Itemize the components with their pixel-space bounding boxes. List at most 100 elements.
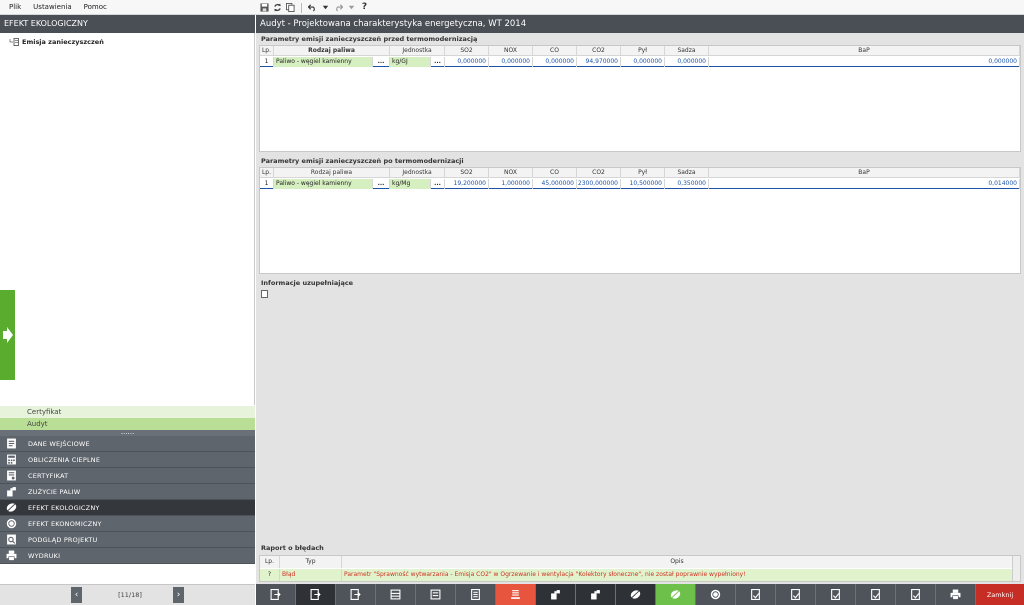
col-lp: Lp.	[260, 556, 280, 568]
module-efekt-ekonomiczny[interactable]: EFEKT EKONOMICZNY	[0, 516, 255, 532]
help-icon[interactable]: ?	[359, 2, 370, 13]
module-podglad-projektu[interactable]: PODGLĄD PROJEKTU	[0, 532, 255, 548]
cell-nox[interactable]: 0,000000	[489, 57, 533, 67]
col-jednostka: Jednostka	[390, 46, 445, 56]
col-co: CO	[533, 46, 577, 56]
cell-fuel[interactable]: Paliwo - węgiel kamienny	[274, 179, 373, 189]
save-icon[interactable]	[259, 2, 270, 13]
cell-so2[interactable]: 19,200000	[445, 179, 489, 189]
col-co2: CO2	[577, 46, 621, 56]
panel-toggle-button[interactable]	[0, 290, 15, 380]
cell-bap[interactable]: 0,000000	[709, 57, 1020, 67]
action-heat-button[interactable]	[496, 584, 536, 605]
cell-co2[interactable]: 94,970000	[577, 57, 621, 67]
module-certyfikat[interactable]: CERTYFIKAT	[0, 468, 255, 484]
report-icon	[911, 589, 920, 600]
section-title-before: Parametry emisji zanieczyszczeń przed te…	[261, 35, 478, 43]
col-pyl: Pył	[621, 46, 665, 56]
section-title-info: Informacje uzupełniające	[261, 279, 354, 287]
cell-bap[interactable]: 0,014000	[709, 179, 1020, 189]
leaf-icon	[0, 502, 22, 513]
fuel-picker-button[interactable]: ...	[373, 57, 390, 67]
emission-table-after: Lp. Rodzaj paliwa Jednostka SO2 NOX CO C…	[259, 167, 1021, 274]
close-button[interactable]: Zamknij	[976, 584, 1024, 605]
subnav-certyfikat[interactable]: Certyfikat	[0, 406, 255, 418]
fuel-icon	[591, 590, 600, 600]
action-fuel-button[interactable]	[536, 584, 576, 605]
action-ecology-active-button[interactable]	[656, 584, 696, 605]
module-wydruki[interactable]: WYDRUKI	[0, 548, 255, 564]
action-report-3-button[interactable]	[816, 584, 856, 605]
pager-next-button[interactable]: ›	[173, 587, 184, 603]
pager-prev-button[interactable]: ‹	[71, 587, 82, 603]
undo-icon[interactable]	[307, 2, 318, 13]
module-dane-wejsciowe[interactable]: DANE WEJŚCIOWE	[0, 436, 255, 452]
action-print-button[interactable]	[936, 584, 976, 605]
unit-picker-button[interactable]: ...	[431, 57, 445, 67]
menu-bar: Plik Ustawienia Pomoc	[0, 0, 1024, 15]
report-scrollbar[interactable]	[1012, 556, 1020, 581]
cell-typ: Błąd	[280, 569, 342, 581]
coins-icon	[0, 518, 22, 529]
document-arrow-icon	[270, 589, 281, 600]
refresh-icon[interactable]	[272, 2, 283, 13]
action-economy-button[interactable]	[696, 584, 736, 605]
cell-unit[interactable]: kg/GJ	[390, 57, 431, 67]
fuel-picker-button[interactable]: ...	[373, 179, 390, 189]
module-label: PODGLĄD PROJEKTU	[28, 535, 98, 544]
cell-sadza[interactable]: 0,350000	[665, 179, 709, 189]
cell-fuel[interactable]: Paliwo - węgiel kamienny	[274, 57, 373, 67]
cell-co2[interactable]: 2300,000000	[577, 179, 621, 189]
printer-icon	[950, 589, 961, 600]
cell-nox[interactable]: 1,000000	[489, 179, 533, 189]
module-zuzycie-paliw[interactable]: ZUŻYCIE PALIW	[0, 484, 255, 500]
module-label: OBLICZENIA CIEPLNE	[28, 455, 101, 464]
table-row[interactable]: 1 Paliwo - węgiel kamienny ... kg/GJ ...…	[260, 57, 1020, 67]
report-icon	[751, 589, 760, 600]
menu-pomoc[interactable]: Pomoc	[78, 3, 113, 11]
tree-item-emission[interactable]: Emisja zanieczyszczeń	[9, 38, 104, 46]
action-ecology-button[interactable]	[616, 584, 656, 605]
col-jednostka: Jednostka	[390, 168, 445, 178]
action-summary-button[interactable]	[456, 584, 496, 605]
col-rodzaj-paliwa: Rodzaj paliwa	[274, 168, 390, 178]
cell-so2[interactable]: 0,000000	[445, 57, 489, 67]
action-next-button[interactable]	[336, 584, 376, 605]
cell-co[interactable]: 45,000000	[533, 179, 577, 189]
undo-dropdown-icon[interactable]	[320, 2, 331, 13]
unit-picker-button[interactable]: ...	[431, 179, 445, 189]
action-report-1-button[interactable]	[736, 584, 776, 605]
cell-unit[interactable]: kg/Mg	[390, 179, 431, 189]
action-active-button[interactable]	[296, 584, 336, 605]
action-table-button[interactable]	[376, 584, 416, 605]
calculator-icon	[0, 454, 22, 465]
module-efekt-ekologiczny[interactable]: EFEKT EKOLOGICZNY	[0, 500, 255, 516]
col-rodzaj-paliwa: Rodzaj paliwa	[274, 46, 390, 56]
cell-sadza[interactable]: 0,000000	[665, 57, 709, 67]
cell-pyl[interactable]: 10,500000	[621, 179, 665, 189]
cell-pyl[interactable]: 0,000000	[621, 57, 665, 67]
heat-icon	[511, 590, 520, 599]
action-report-5-button[interactable]	[896, 584, 936, 605]
col-nox: NOX	[489, 46, 533, 56]
report-icon	[831, 589, 840, 600]
pager-position: [11/18]	[118, 591, 142, 599]
action-report-2-button[interactable]	[776, 584, 816, 605]
left-panel-title: EFEKT EKOLOGICZNY	[0, 15, 255, 33]
action-fuel-alt-button[interactable]	[576, 584, 616, 605]
redo-dropdown-icon[interactable]	[346, 2, 357, 13]
document-icon	[471, 589, 480, 600]
notes-icon[interactable]	[261, 290, 268, 298]
menu-ustawienia[interactable]: Ustawienia	[27, 3, 77, 11]
table-row[interactable]: ? Błąd Parametr "Sprawność wytwarzania -…	[260, 569, 1013, 581]
module-obliczenia-cieplne[interactable]: OBLICZENIA CIEPLNE	[0, 452, 255, 468]
redo-icon[interactable]	[333, 2, 344, 13]
action-list-button[interactable]	[416, 584, 456, 605]
module-label: ZUŻYCIE PALIW	[28, 487, 81, 496]
cell-co[interactable]: 0,000000	[533, 57, 577, 67]
menu-plik[interactable]: Plik	[0, 3, 27, 11]
table-row[interactable]: 1 Paliwo - węgiel kamienny ... kg/Mg ...…	[260, 179, 1020, 189]
action-report-4-button[interactable]	[856, 584, 896, 605]
copy-icon[interactable]	[285, 2, 296, 13]
action-first-button[interactable]	[256, 584, 296, 605]
